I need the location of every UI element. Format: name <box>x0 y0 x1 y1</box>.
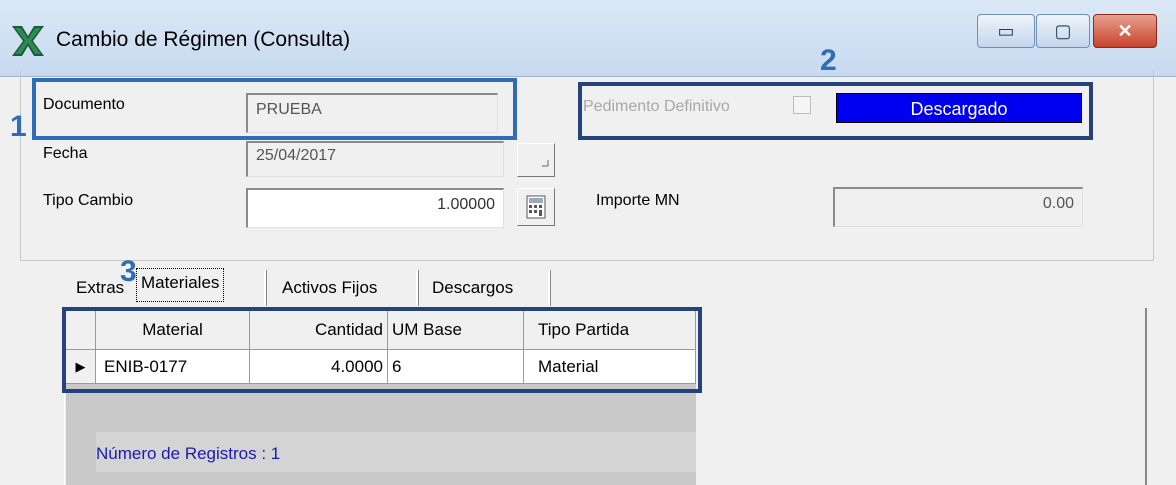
app-logo-icon <box>12 26 44 56</box>
annotation-box-1 <box>32 78 517 140</box>
calendar-button[interactable] <box>517 143 555 177</box>
annotation-number-2: 2 <box>820 44 837 77</box>
maximize-icon: ▢ <box>1054 21 1072 41</box>
tab-activos-fijos[interactable]: Activos Fijos <box>278 274 381 304</box>
title-bar: Cambio de Régimen (Consulta) ▭ ▢ ✕ <box>0 0 1176 77</box>
record-count: Número de Registros : 1 <box>96 444 281 463</box>
close-button[interactable]: ✕ <box>1093 14 1157 48</box>
fecha-label: Fecha <box>43 145 88 162</box>
maximize-button[interactable]: ▢ <box>1036 14 1090 48</box>
tab-separator <box>548 270 551 306</box>
tab-materiales[interactable]: Materiales <box>136 268 225 302</box>
fecha-field[interactable]: 25/04/2017 <box>246 141 504 177</box>
minimize-icon: ▭ <box>997 21 1015 41</box>
annotation-number-1: 1 <box>10 110 27 143</box>
tipo-cambio-field[interactable]: 1.00000 <box>246 188 504 228</box>
tab-descargos[interactable]: Descargos <box>428 274 517 304</box>
minimize-button[interactable]: ▭ <box>977 14 1035 48</box>
tab-separator <box>416 270 419 306</box>
calculator-button[interactable] <box>517 188 555 226</box>
annotation-number-3: 3 <box>120 255 137 288</box>
importe-mn-field[interactable]: 0.00 <box>833 187 1083 227</box>
calculator-icon <box>526 195 546 219</box>
window-title: Cambio de Régimen (Consulta) <box>56 28 351 51</box>
tipo-cambio-label: Tipo Cambio <box>43 192 134 209</box>
importe-mn-label: Importe MN <box>596 192 680 209</box>
annotation-box-2 <box>578 82 1093 140</box>
annotation-box-3 <box>62 307 702 393</box>
calendar-icon <box>542 160 549 167</box>
tab-separator <box>264 270 267 306</box>
close-icon: ✕ <box>1117 21 1133 41</box>
